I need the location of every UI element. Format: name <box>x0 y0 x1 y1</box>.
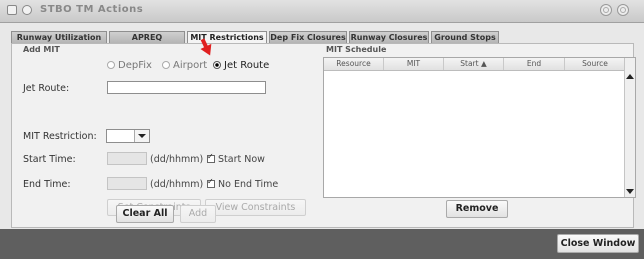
radio-button-icon <box>162 60 170 69</box>
end-time-label: End Time: <box>23 179 71 190</box>
mit-restriction-label: MIT Restriction: <box>23 131 97 142</box>
column-header-source[interactable]: Source <box>565 58 625 70</box>
start-time-input[interactable] <box>107 152 147 165</box>
clear-all-button[interactable]: Clear All <box>116 205 174 223</box>
tab-dep-fix-closures[interactable]: Dep Fix Closures <box>269 31 347 43</box>
maximize-button[interactable] <box>617 4 629 16</box>
window-title: STBO TM Actions <box>40 4 144 15</box>
start-now-checkbox[interactable]: Start Now <box>207 152 265 165</box>
column-header-resource[interactable]: Resource <box>324 58 384 70</box>
vertical-scrollbar[interactable] <box>624 58 635 197</box>
tab-apreq-schedule[interactable]: APREQ Schedule <box>109 31 185 54</box>
close-window-button[interactable]: Close Window <box>557 234 639 253</box>
tab-runway-closures[interactable]: Runway Closures <box>349 31 429 43</box>
column-header-mit[interactable]: MIT <box>384 58 444 70</box>
scroll-down-icon[interactable] <box>626 187 634 195</box>
add-mit-title: Add MIT <box>23 45 60 54</box>
checkbox-checked-icon <box>207 152 215 163</box>
start-time-label: Start Time: <box>23 154 76 165</box>
minimize-button[interactable] <box>600 4 612 16</box>
end-time-format-hint: (dd/hhmm) <box>150 179 204 190</box>
add-button[interactable]: Add <box>180 205 216 223</box>
view-constraints-button[interactable]: View Constraints <box>205 199 306 216</box>
column-header-end[interactable]: End <box>504 58 565 70</box>
mit-schedule-title: MIT Schedule <box>326 45 387 54</box>
end-time-input[interactable] <box>107 177 147 190</box>
tab-runway-utilization[interactable]: Runway Utilization <box>11 31 107 43</box>
mit-restriction-select[interactable] <box>106 129 150 143</box>
jet-route-input[interactable] <box>107 81 266 94</box>
table-header: Resource MIT Start ▲ End Source <box>324 58 625 71</box>
window-menu-icon[interactable] <box>7 5 17 15</box>
start-time-format-hint: (dd/hhmm) <box>150 154 204 165</box>
no-end-time-checkbox[interactable]: No End Time <box>207 177 278 190</box>
radio-depfix[interactable]: DepFix <box>107 60 152 71</box>
radio-jet-route[interactable]: Jet Route <box>213 60 269 71</box>
chevron-down-icon <box>134 130 149 142</box>
window-titlebar: STBO TM Actions <box>0 0 644 23</box>
mit-schedule-table: Resource MIT Start ▲ End Source <box>323 57 636 198</box>
radio-button-selected-icon <box>213 60 221 69</box>
tab-ground-stops[interactable]: Ground Stops <box>431 31 499 43</box>
jet-route-label: Jet Route: <box>23 83 70 94</box>
radio-airport[interactable]: Airport <box>162 60 207 71</box>
pin-icon[interactable] <box>22 5 32 15</box>
window-footer: Close Window <box>0 229 644 259</box>
checkbox-checked-icon <box>207 177 215 188</box>
remove-button[interactable]: Remove <box>446 200 508 218</box>
column-header-start[interactable]: Start ▲ <box>444 58 504 70</box>
radio-button-icon <box>107 60 115 69</box>
scroll-up-icon[interactable] <box>626 72 634 80</box>
